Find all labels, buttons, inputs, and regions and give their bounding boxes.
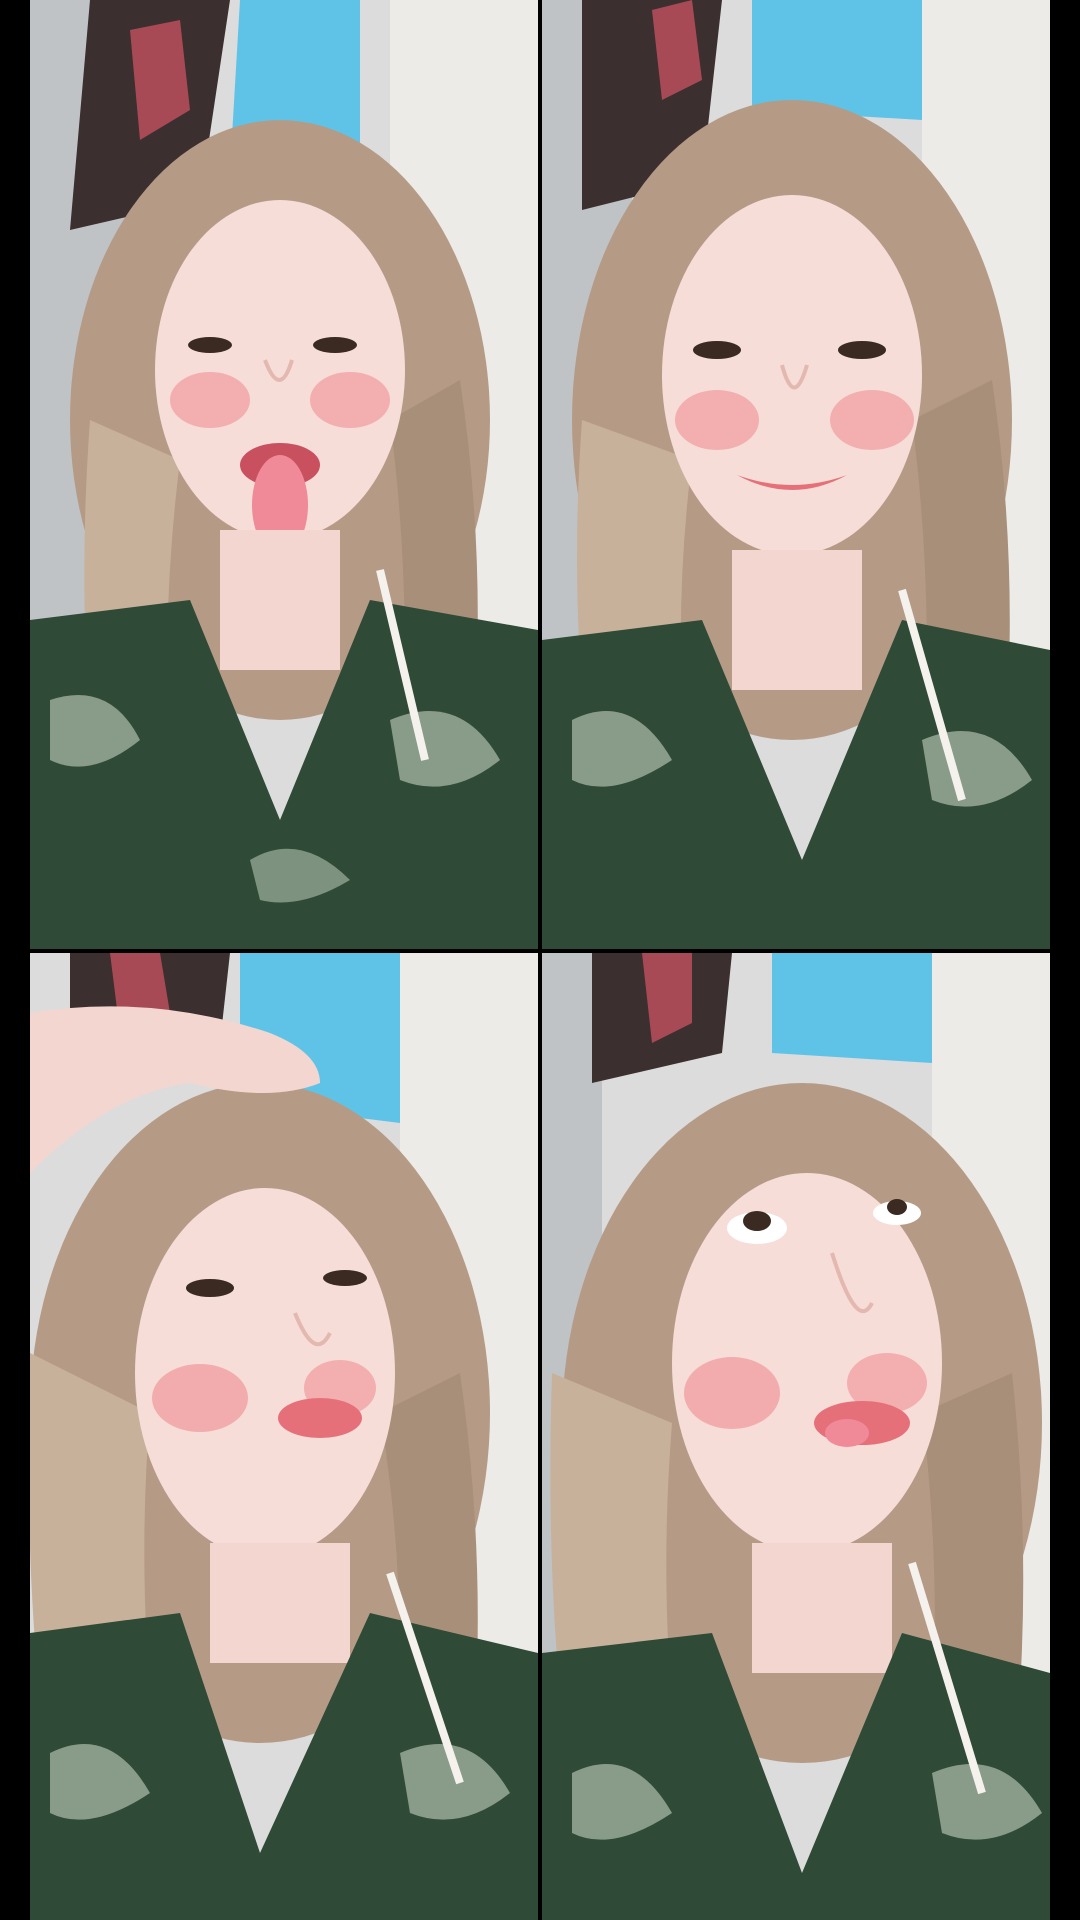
portrait-illustration (542, 953, 1050, 1920)
photo-collage-screen (0, 0, 1080, 1920)
portrait-illustration (542, 0, 1050, 949)
portrait-illustration (30, 0, 538, 949)
photo-panel-bottom-right (542, 953, 1050, 1920)
photo-panel-top-right (542, 0, 1050, 949)
portrait-illustration (30, 953, 538, 1920)
photo-panel-bottom-left (30, 953, 538, 1920)
photo-collage (30, 0, 1050, 1920)
photo-panel-top-left (30, 0, 538, 949)
